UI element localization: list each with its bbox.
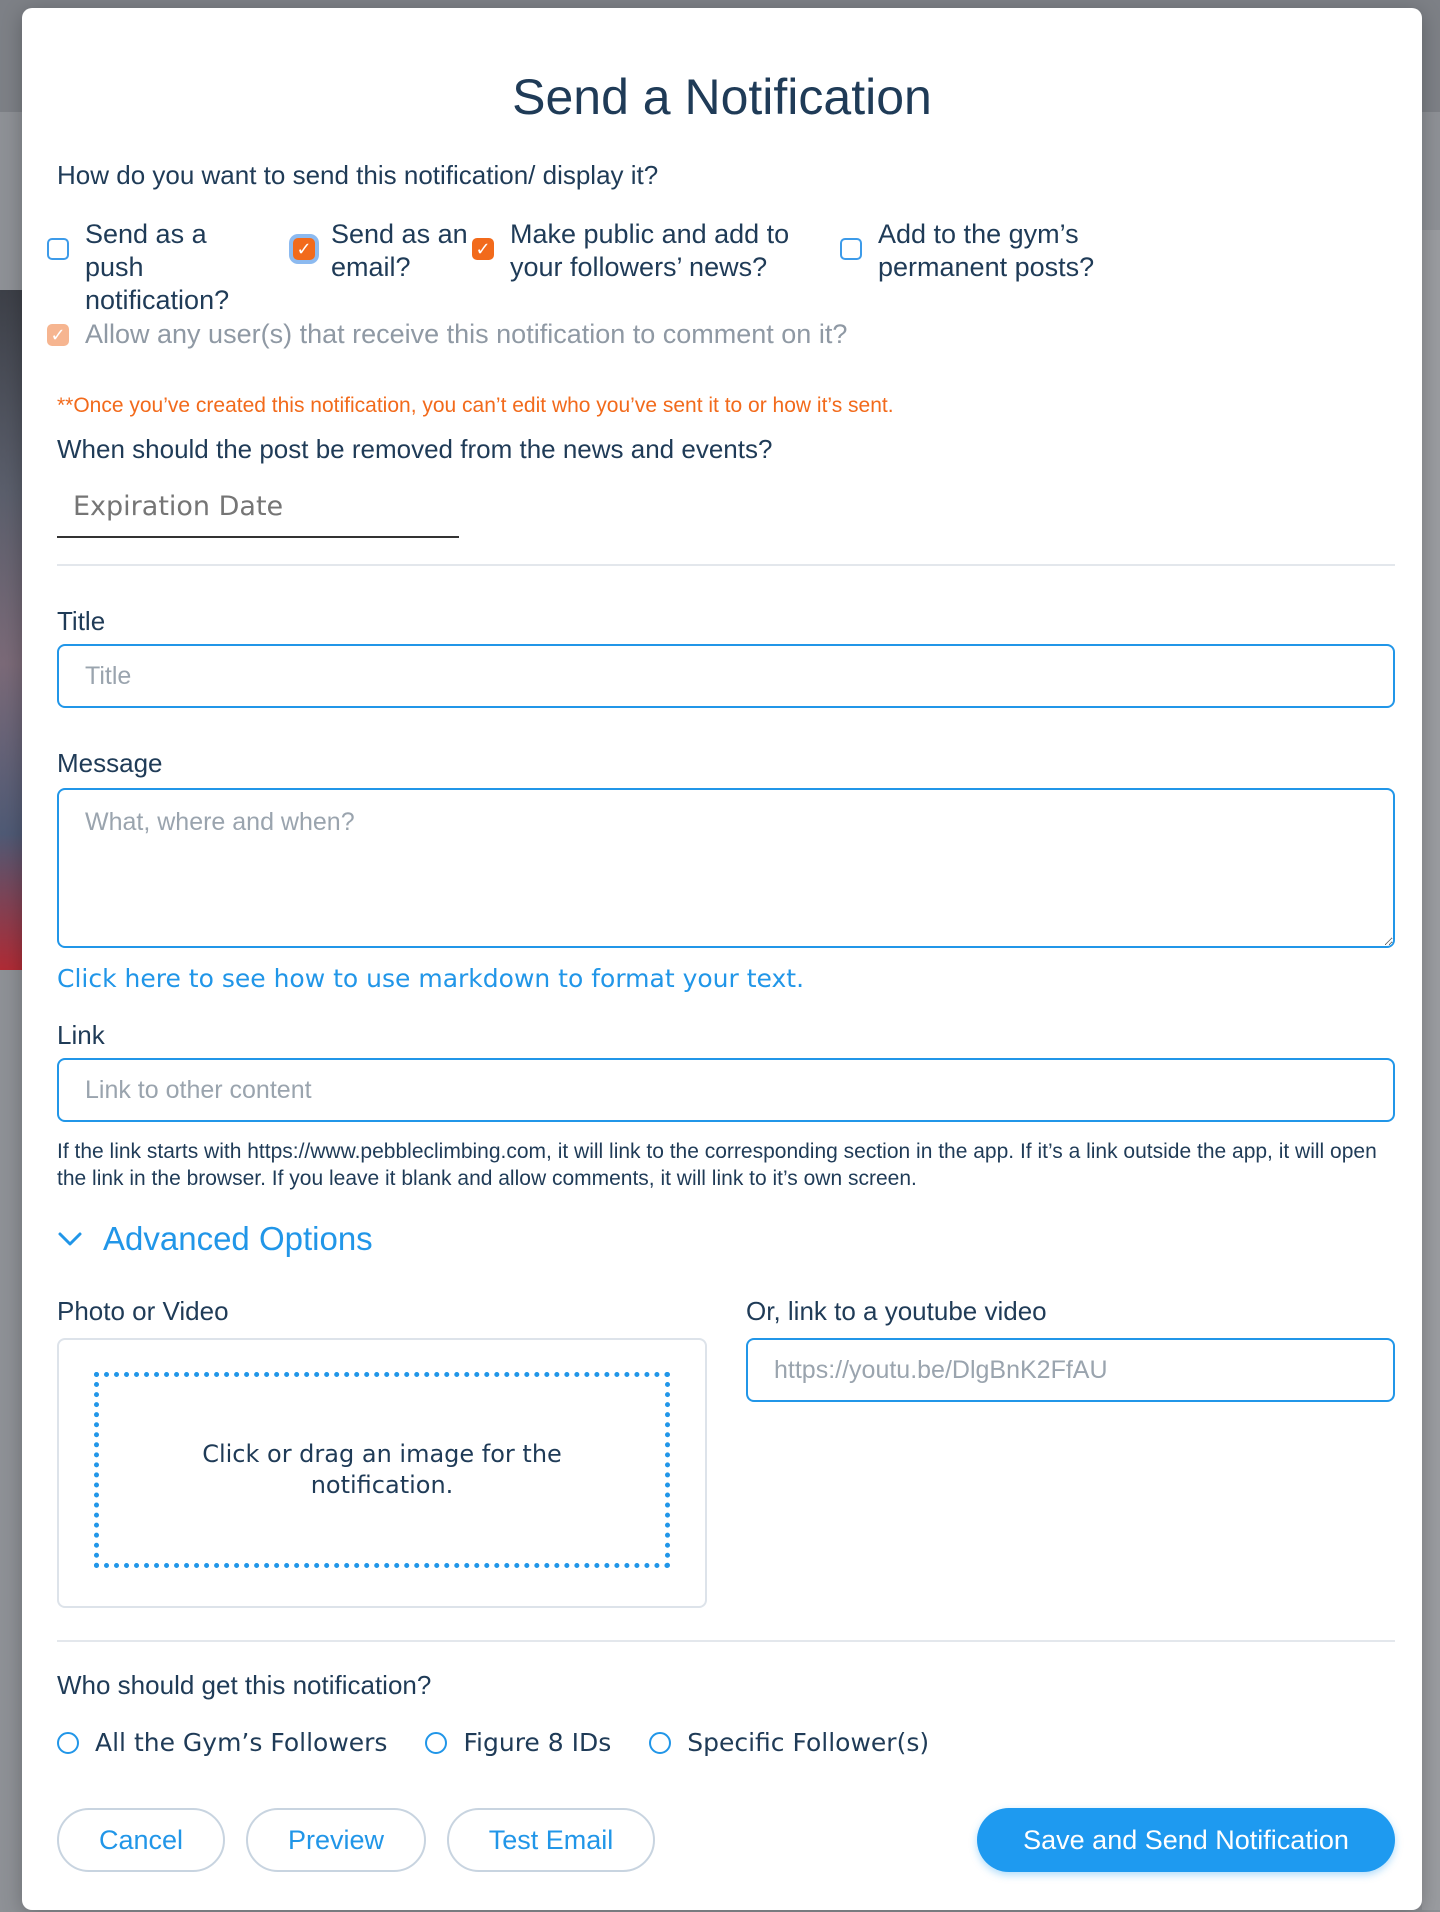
email-label: Send as an email? xyxy=(331,219,468,282)
public-news-option[interactable]: ✓ Make public and add to your followers’… xyxy=(472,218,820,284)
message-label: Message xyxy=(57,748,163,778)
dropzone-area[interactable]: Click or drag an image for the notificat… xyxy=(94,1372,670,1568)
send-method-options: Send as a push notification? ✓ Send as a… xyxy=(22,218,1422,315)
save-and-send-button[interactable]: Save and Send Notification xyxy=(977,1808,1395,1872)
radio-figure-8-ids[interactable]: Figure 8 IDs xyxy=(425,1728,611,1757)
edit-warning: **Once you’ve created this notification,… xyxy=(57,394,894,417)
photo-video-label: Photo or Video xyxy=(57,1296,229,1326)
link-input[interactable] xyxy=(57,1058,1395,1122)
permanent-posts-label: Add to the gym’s permanent posts? xyxy=(878,219,1095,282)
test-email-button[interactable]: Test Email xyxy=(447,1808,655,1872)
push-notification-label: Send as a push notification? xyxy=(85,219,230,315)
radio-label: Specific Follower(s) xyxy=(687,1728,930,1757)
title-input[interactable] xyxy=(57,644,1395,708)
radio-circle[interactable] xyxy=(649,1731,672,1754)
public-news-checkbox[interactable]: ✓ xyxy=(472,238,494,260)
link-help-text: If the link starts with https://www.pebb… xyxy=(57,1140,1377,1190)
modal-title: Send a Notification xyxy=(512,69,932,125)
push-notification-checkbox[interactable] xyxy=(47,238,69,260)
removal-question: When should the post be removed from the… xyxy=(57,434,773,464)
image-dropzone[interactable]: Click or drag an image for the notificat… xyxy=(57,1338,707,1608)
email-checkbox[interactable]: ✓ xyxy=(293,238,315,260)
divider xyxy=(57,1640,1395,1642)
background-right-column xyxy=(1422,230,1440,1910)
radio-label: Figure 8 IDs xyxy=(463,1728,612,1757)
radio-specific-followers[interactable]: Specific Follower(s) xyxy=(649,1728,929,1757)
allow-comments-label: Allow any user(s) that receive this noti… xyxy=(85,319,848,349)
youtube-label: Or, link to a youtube video xyxy=(746,1296,1047,1326)
radio-all-followers[interactable]: All the Gym’s Followers xyxy=(57,1728,387,1757)
message-textarea[interactable] xyxy=(57,788,1395,948)
cancel-button[interactable]: Cancel xyxy=(57,1808,225,1872)
title-label: Title xyxy=(57,606,106,636)
expiration-date-input[interactable] xyxy=(57,476,459,538)
chevron-down-icon xyxy=(58,1232,82,1246)
advanced-options-label: Advanced Options xyxy=(103,1220,373,1257)
divider xyxy=(57,564,1395,566)
allow-comments-checkbox[interactable]: ✓ xyxy=(47,324,69,346)
radio-circle[interactable] xyxy=(425,1731,448,1754)
advanced-options-toggle[interactable]: Advanced Options xyxy=(57,1220,373,1258)
markdown-help-link[interactable]: Click here to see how to use markdown to… xyxy=(57,964,804,993)
recipients-question: Who should get this notification? xyxy=(57,1670,432,1700)
radio-circle[interactable] xyxy=(57,1731,79,1754)
email-option[interactable]: ✓ Send as an email? xyxy=(293,218,471,284)
radio-label: All the Gym’s Followers xyxy=(95,1728,388,1757)
permanent-posts-option[interactable]: Add to the gym’s permanent posts? xyxy=(840,218,1118,284)
permanent-posts-checkbox[interactable] xyxy=(840,238,862,260)
recipients-options: All the Gym’s Followers Figure 8 IDs Spe… xyxy=(57,1728,967,1757)
push-notification-option[interactable]: Send as a push notification? xyxy=(47,218,265,317)
allow-comments-option[interactable]: ✓ Allow any user(s) that receive this no… xyxy=(47,318,847,351)
preview-button[interactable]: Preview xyxy=(246,1808,426,1872)
send-notification-modal: Send a Notification How do you want to s… xyxy=(22,8,1422,1910)
youtube-input[interactable] xyxy=(746,1338,1395,1402)
send-method-question: How do you want to send this notificatio… xyxy=(57,160,659,190)
link-label: Link xyxy=(57,1020,105,1050)
public-news-label: Make public and add to your followers’ n… xyxy=(510,219,790,282)
